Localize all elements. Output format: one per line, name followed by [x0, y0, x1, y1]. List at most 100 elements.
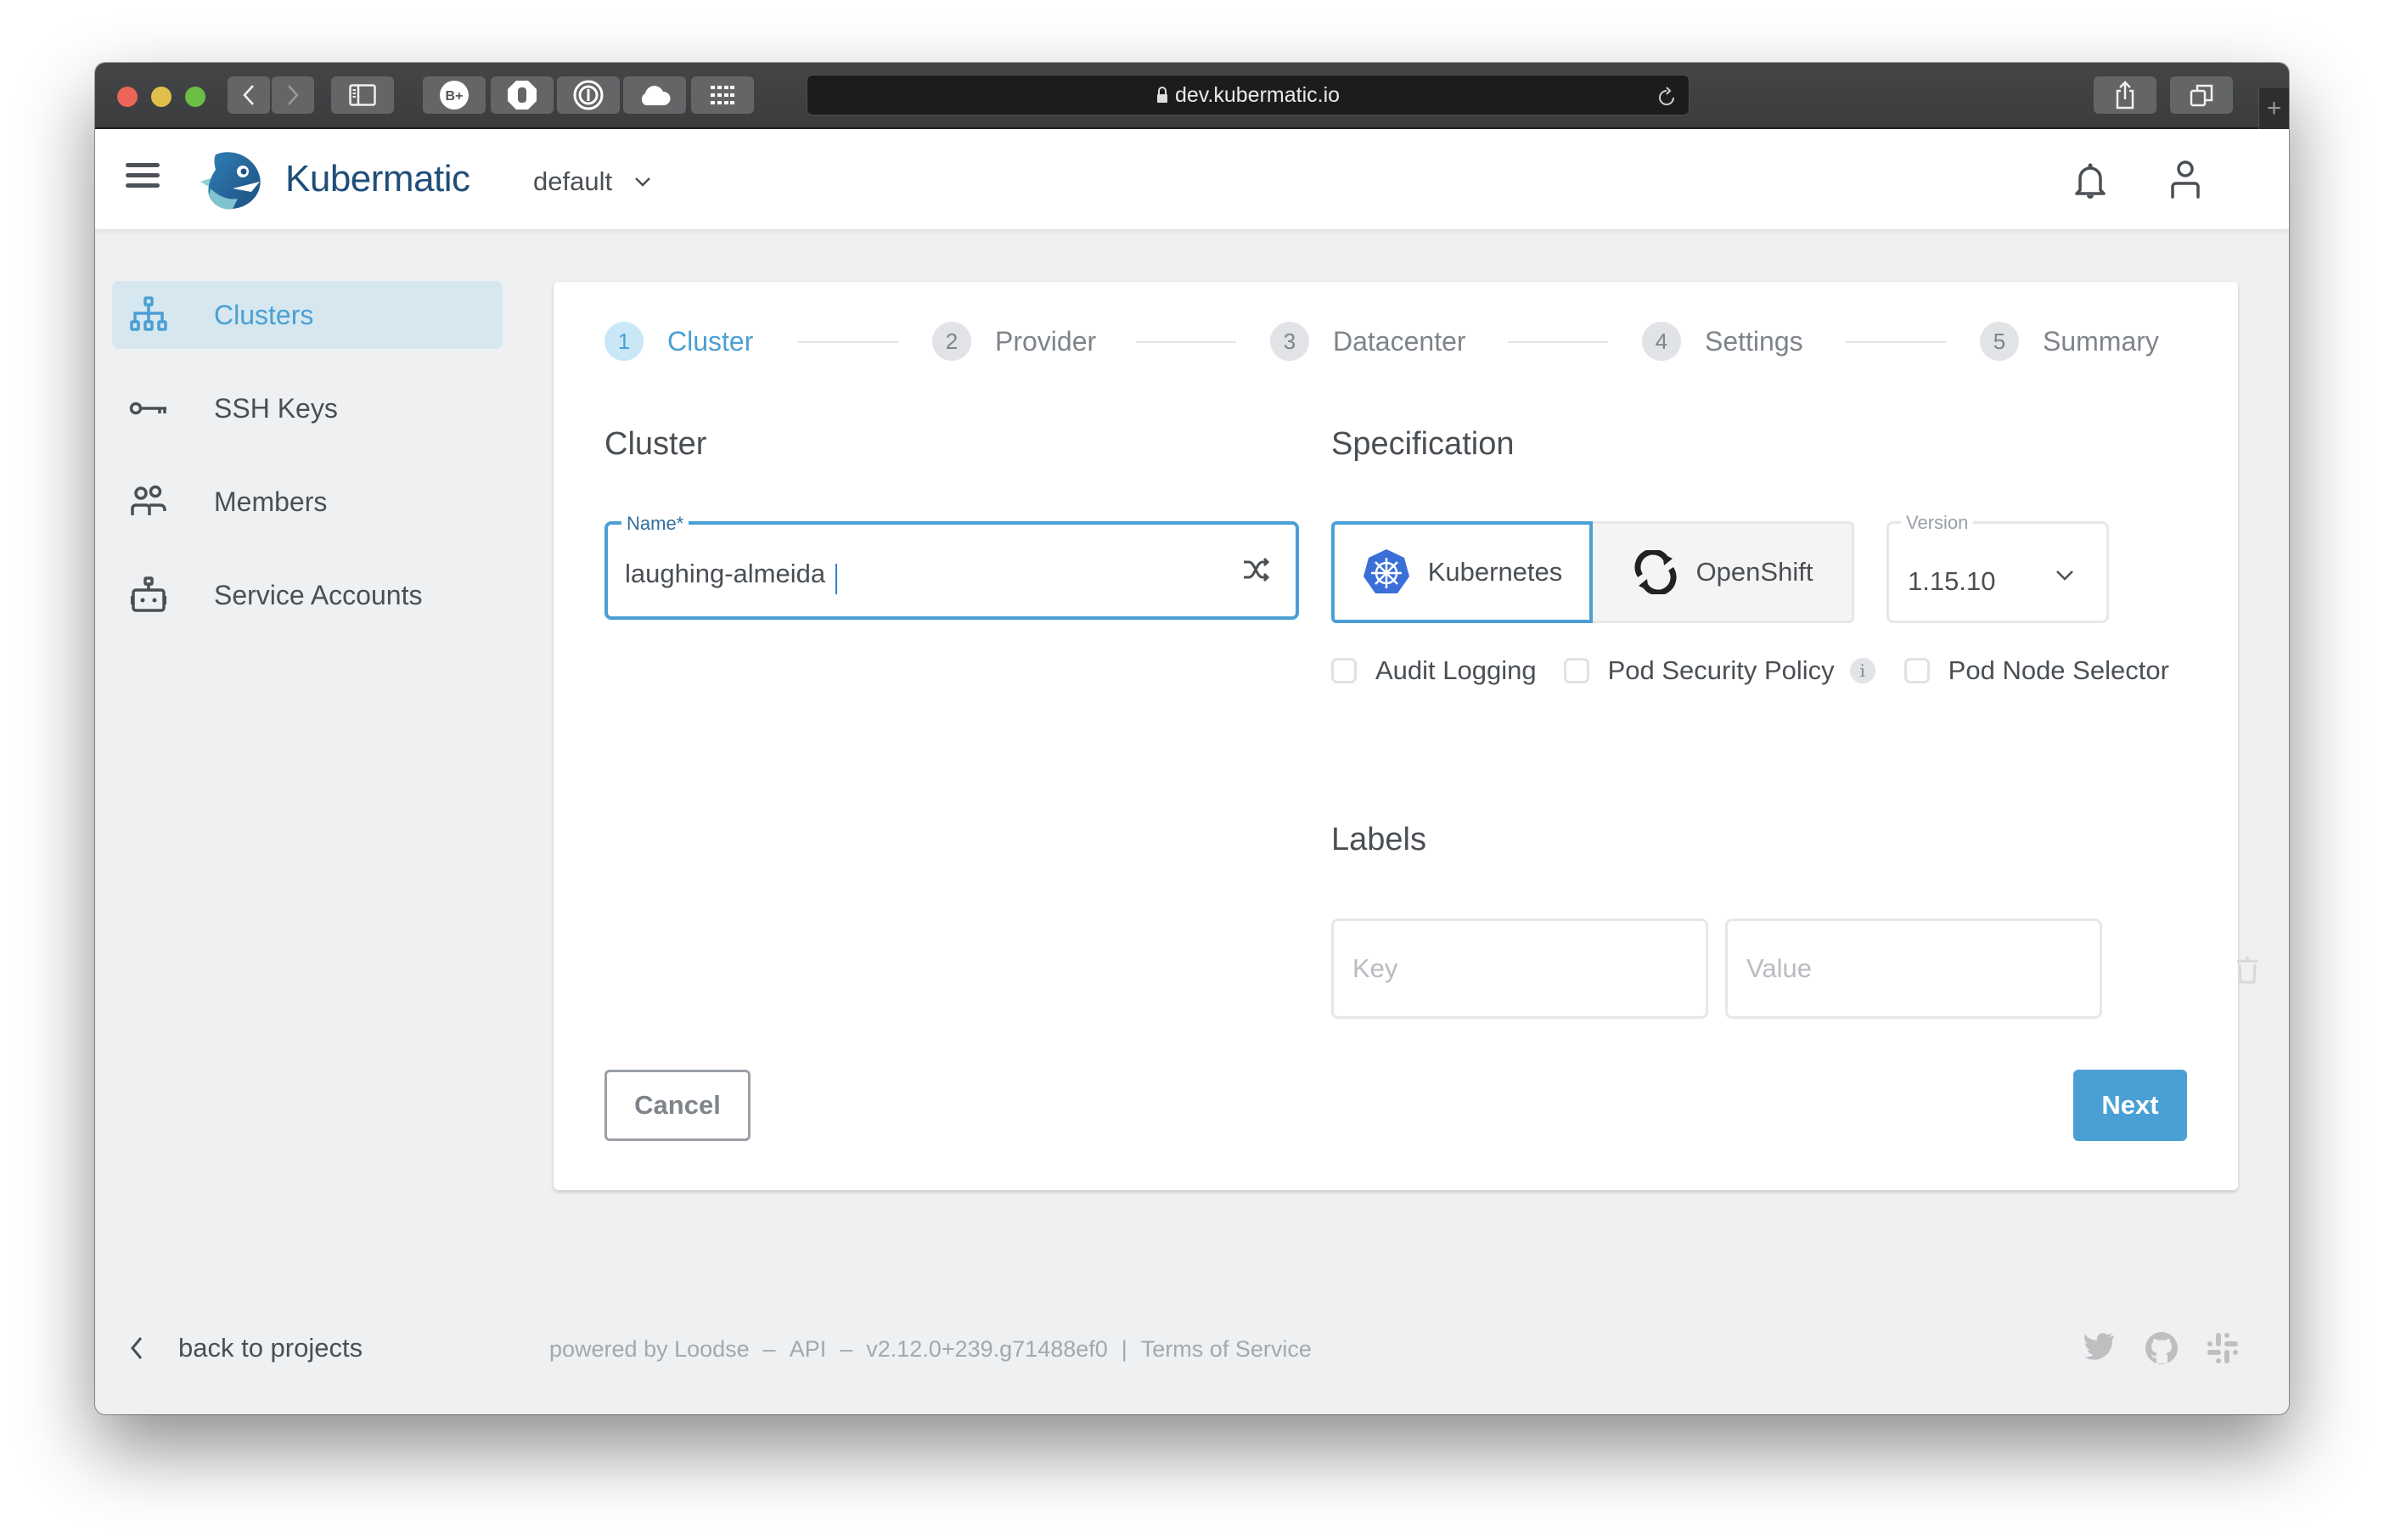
openshift-label: OpenShift: [1695, 557, 1813, 587]
sidebar-item-label: SSH Keys: [214, 392, 338, 424]
name-field-label: Name*: [621, 513, 689, 535]
text-cursor: [835, 564, 837, 594]
label-key-input[interactable]: [1331, 919, 1708, 1019]
step-cluster[interactable]: 1 Cluster: [604, 319, 753, 363]
terms-of-service-link[interactable]: Terms of Service: [1141, 1336, 1312, 1363]
step-number: 3: [1270, 322, 1309, 361]
maximize-window-button[interactable]: [185, 87, 205, 107]
github-icon[interactable]: [2145, 1331, 2179, 1365]
openshift-option[interactable]: OpenShift: [1593, 521, 1854, 623]
trash-icon[interactable]: [2235, 954, 2260, 985]
back-to-projects-label: back to projects: [178, 1333, 363, 1363]
shuffle-icon[interactable]: [1241, 555, 1270, 584]
step-settings[interactable]: 4 Settings: [1642, 319, 1803, 363]
chevron-right-icon: [288, 85, 299, 105]
step-divider: [1136, 341, 1236, 343]
menu-icon-bar: [126, 183, 160, 188]
cloud-extension-button[interactable]: [623, 76, 686, 114]
version-value: 1.15.10: [1908, 566, 1996, 596]
user-account-icon[interactable]: [2168, 160, 2202, 199]
sidebar-toggle-button[interactable]: [331, 76, 394, 114]
chevron-down-icon: [635, 177, 650, 187]
chevron-down-icon: [2056, 570, 2073, 581]
new-tab-button[interactable]: +: [2258, 88, 2289, 129]
step-datacenter[interactable]: 3 Datacenter: [1270, 319, 1466, 363]
password-extension-button[interactable]: [557, 76, 620, 114]
tabs-icon: [2190, 84, 2213, 107]
version-select[interactable]: Version 1.15.10: [1886, 512, 2109, 623]
onepassword-icon: [573, 80, 604, 110]
forward-button[interactable]: [272, 76, 314, 114]
checkbox-box[interactable]: [1563, 658, 1589, 683]
version-field-label: Version: [1901, 512, 1974, 534]
info-icon[interactable]: i: [1849, 658, 1875, 683]
step-label: Cluster: [667, 325, 754, 357]
checkbox-box[interactable]: [1903, 658, 1930, 683]
step-divider: [1508, 341, 1608, 343]
back-button[interactable]: [228, 76, 270, 114]
sidebar-icon: [349, 84, 376, 106]
sitemap-icon: [130, 296, 167, 331]
twitter-icon[interactable]: [2083, 1331, 2116, 1360]
sidebar-item-ssh-keys[interactable]: SSH Keys: [112, 374, 503, 442]
powered-by-link[interactable]: powered by Loodse: [549, 1336, 750, 1363]
pod-node-selector-checkbox[interactable]: Pod Node Selector: [1903, 655, 2169, 686]
chevron-left-icon: [131, 1337, 143, 1359]
checkbox-label: Audit Logging: [1375, 655, 1537, 685]
step-number: 5: [1980, 322, 2019, 361]
step-label: Summary: [2043, 325, 2159, 357]
footer: powered by Loodse – API – v2.12.0+239.g7…: [549, 1336, 1312, 1363]
label-value-input[interactable]: [1725, 919, 2102, 1019]
slack-icon[interactable]: [2206, 1331, 2240, 1365]
cluster-type-toggle: Kubernetes OpenShift: [1331, 521, 1854, 623]
bplus-icon: B+: [440, 81, 469, 110]
address-bar[interactable]: dev.kubermatic.io: [807, 75, 1690, 115]
step-label: Datacenter: [1333, 325, 1466, 357]
minimize-window-button[interactable]: [151, 87, 171, 107]
kubermatic-logo-icon: [200, 152, 261, 210]
browser-window: B+ dev.kubermatic.io + Kubermatic defaul…: [95, 63, 2289, 1414]
step-number: 1: [604, 322, 644, 361]
step-label: Provider: [995, 325, 1097, 357]
wizard-stepper: 1 Cluster 2 Provider 3 Datacenter 4 Sett…: [604, 319, 2192, 363]
sidebar-item-label: Service Accounts: [214, 579, 423, 610]
sidebar-item-service-accounts[interactable]: Service Accounts: [112, 561, 503, 629]
cluster-name-input[interactable]: [625, 554, 1219, 594]
next-button[interactable]: Next: [2073, 1070, 2187, 1141]
audit-logging-checkbox[interactable]: Audit Logging: [1331, 655, 1537, 686]
sidebar-item-members[interactable]: Members: [112, 468, 503, 536]
kubernetes-option[interactable]: Kubernetes: [1331, 521, 1593, 623]
project-select[interactable]: default: [533, 166, 651, 197]
adblock-extension-button[interactable]: [491, 76, 554, 114]
pod-security-policy-checkbox[interactable]: Pod Security Policy: [1563, 655, 1835, 686]
cluster-name-field[interactable]: Name*: [604, 513, 1299, 620]
share-button[interactable]: [2094, 76, 2156, 114]
step-summary[interactable]: 5 Summary: [1980, 319, 2159, 363]
hamburger-menu-button[interactable]: [126, 163, 160, 194]
close-window-button[interactable]: [117, 87, 138, 107]
robot-icon: [131, 576, 166, 612]
spec-options: Audit Logging Pod Security Policy i Pod …: [1331, 652, 2196, 689]
sidebar-item-clusters[interactable]: Clusters: [112, 281, 503, 349]
step-number: 2: [932, 322, 971, 361]
cancel-button[interactable]: Cancel: [604, 1070, 751, 1141]
bplus-extension-button[interactable]: B+: [423, 76, 486, 114]
sidebar-item-label: Clusters: [214, 299, 314, 330]
stop-hand-icon: [508, 81, 537, 110]
users-icon: [131, 485, 166, 515]
tabs-overview-button[interactable]: [2170, 76, 2233, 114]
api-link[interactable]: API: [790, 1336, 827, 1363]
footer-separator: –: [762, 1336, 776, 1362]
apps-extension-button[interactable]: [691, 76, 754, 114]
reload-icon[interactable]: [1656, 84, 1677, 108]
menu-icon-bar: [126, 173, 160, 177]
checkbox-box[interactable]: [1331, 658, 1357, 683]
checkbox-label: Pod Security Policy: [1607, 655, 1835, 685]
checkbox-label: Pod Node Selector: [1948, 655, 2169, 685]
sidebar-item-label: Members: [214, 486, 328, 517]
step-number: 4: [1642, 322, 1681, 361]
project-name: default: [533, 166, 613, 196]
back-to-projects-link[interactable]: back to projects: [129, 1333, 363, 1363]
step-provider[interactable]: 2 Provider: [932, 319, 1096, 363]
bell-icon[interactable]: [2073, 161, 2107, 199]
